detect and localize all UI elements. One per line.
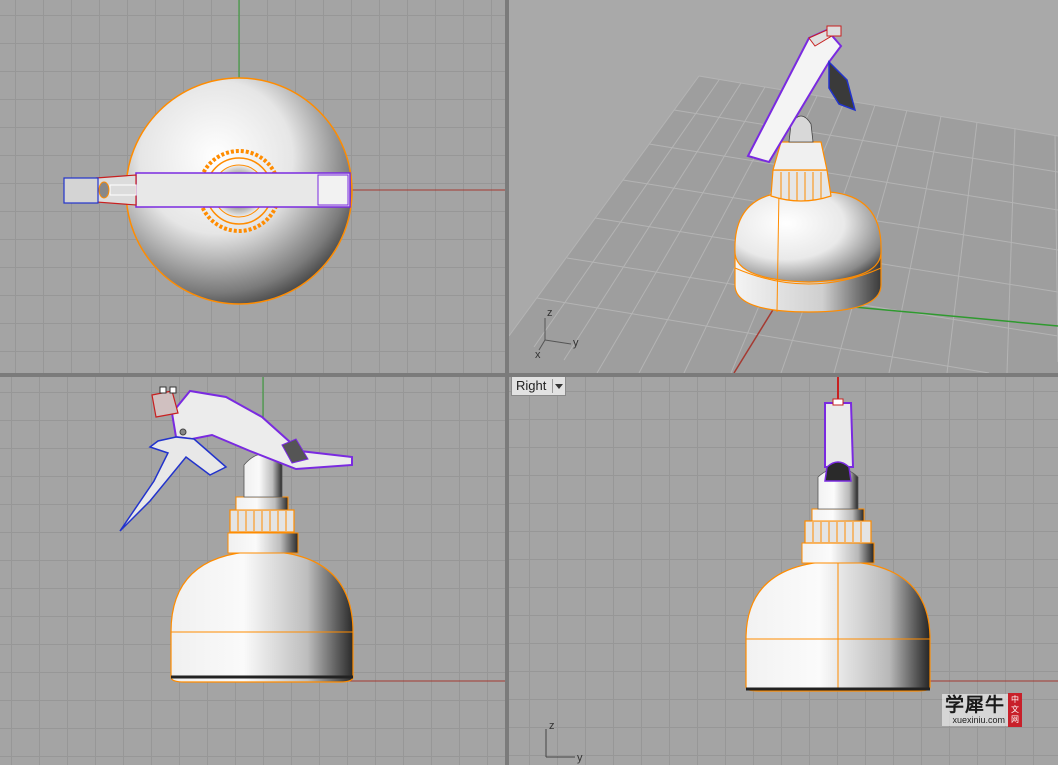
viewport-right[interactable]: z y Right 学犀牛 xuexiniu.com 中 文 网 [509, 377, 1058, 765]
cap [770, 169, 832, 202]
watermark-title: 学犀牛 [944, 694, 1005, 716]
viewport-front[interactable] [0, 377, 505, 765]
viewport-title-tab[interactable]: Right [511, 377, 567, 396]
viewport-dropdown-icon[interactable] [552, 379, 565, 393]
gizmo-z-label: z [549, 720, 555, 732]
viewport-perspective[interactable]: z y x [509, 0, 1058, 373]
watermark-badge-char: 网 [1011, 715, 1019, 724]
gizmo-y-label: y [577, 752, 583, 764]
gizmo-z-label: z [547, 307, 553, 319]
front-view-scene [119, 377, 505, 683]
watermark: 学犀牛 xuexiniu.com 中 文 网 [941, 693, 1022, 727]
axis-gizmo-icon [545, 729, 575, 758]
trigger-lever [119, 436, 228, 532]
watermark-url: xuexiniu.com [952, 715, 1005, 725]
trigger-head [824, 402, 855, 468]
viewport-title: Right [516, 378, 547, 393]
gizmo-y-label: y [573, 337, 579, 349]
watermark-badge-char: 中 [1011, 695, 1019, 704]
bottle-body [170, 550, 354, 683]
viewport-splitter-vertical[interactable] [505, 0, 509, 765]
top-view-scene [63, 0, 505, 305]
perspective-view-scene: z y x [509, 25, 1058, 373]
rhino-workspace: z y x z y Right 学犀牛 xuexiniu.com 中 文 网 [0, 0, 1058, 765]
gizmo-x-label: x [535, 349, 541, 361]
viewport-top[interactable] [0, 0, 505, 373]
watermark-badge: 中 文 网 [1008, 693, 1022, 727]
viewport-splitter-horizontal[interactable] [0, 373, 1058, 377]
watermark-badge-char: 文 [1011, 705, 1019, 714]
bottle-dome [734, 191, 882, 283]
nozzle [151, 390, 179, 418]
